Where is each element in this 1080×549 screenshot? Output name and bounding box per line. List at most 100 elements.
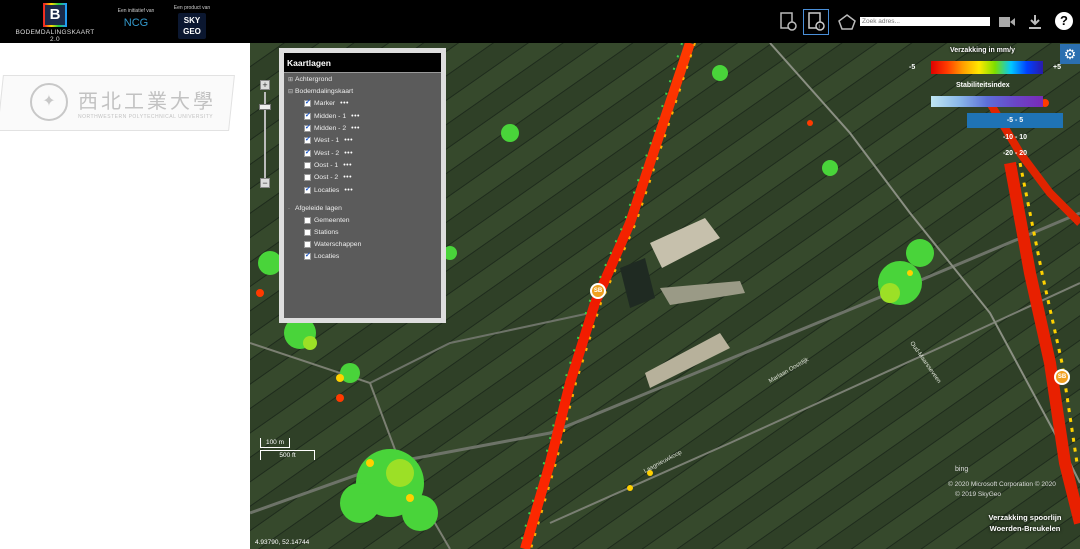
layer-checkbox[interactable] bbox=[304, 123, 311, 132]
range-option-20[interactable]: -20 - 20 bbox=[967, 146, 1063, 161]
layer-checkbox[interactable] bbox=[304, 241, 311, 248]
layer-label: Oost - 2 bbox=[314, 174, 339, 181]
layer-checkbox[interactable] bbox=[304, 174, 311, 181]
location-marker[interactable]: SB bbox=[1054, 369, 1070, 385]
initiative-name: NCG bbox=[123, 17, 149, 29]
download-icon[interactable] bbox=[1022, 9, 1048, 35]
layer-group-achtergrond[interactable]: ⊞ Achtergrond bbox=[288, 76, 332, 83]
layer-label: Midden - 2 bbox=[314, 125, 347, 132]
derived-item-waterschappen[interactable]: Waterschappen bbox=[304, 241, 361, 248]
collapse-icon[interactable]: ⊟ bbox=[288, 88, 293, 95]
layer-label: Midden - 1 bbox=[314, 113, 347, 120]
layer-options-icon[interactable]: ••• bbox=[351, 125, 360, 132]
layer-item-locaties[interactable]: Locaties ••• bbox=[304, 185, 353, 194]
layer-label: Locaties bbox=[314, 253, 340, 260]
derived-item-gemeenten[interactable]: Gemeenten bbox=[304, 217, 350, 224]
layer-options-icon[interactable]: ••• bbox=[340, 100, 349, 107]
copyright-microsoft: © 2020 Microsoft Corporation © 2020 bbox=[948, 481, 1056, 488]
copyright-skygeo: © 2019 SkyGeo bbox=[955, 491, 1001, 498]
layer-checkbox[interactable] bbox=[304, 111, 311, 120]
layer-checkbox[interactable] bbox=[304, 185, 311, 194]
brand-logo[interactable]: B BODEMDALINGSKAART 2.0 bbox=[10, 3, 100, 43]
zoom-in-button[interactable]: + bbox=[260, 80, 270, 90]
product-label: Een product van bbox=[173, 5, 211, 11]
layer-options-icon[interactable]: ••• bbox=[343, 174, 352, 181]
layer-item-marker[interactable]: Marker ••• bbox=[304, 98, 349, 107]
velocity-max: +5 bbox=[1053, 64, 1061, 71]
skygeo-badge: SKY GEO bbox=[178, 13, 206, 39]
derived-item-stations[interactable]: Stations bbox=[304, 229, 339, 236]
layer-item-west-2[interactable]: West - 2 ••• bbox=[304, 148, 353, 157]
range-option-10[interactable]: -10 - 10 bbox=[967, 130, 1063, 145]
bullet-icon: · bbox=[288, 205, 290, 212]
search-input[interactable] bbox=[860, 17, 990, 26]
layer-label: Oost - 1 bbox=[314, 162, 339, 169]
range-option-5[interactable]: -5 - 5 bbox=[967, 113, 1063, 128]
layer-group-label: Bodemdalingskaart bbox=[295, 88, 354, 95]
help-button[interactable]: ? bbox=[1055, 12, 1073, 30]
caption-line2: Woerden-Breukelen bbox=[989, 524, 1061, 533]
layer-label: Stations bbox=[314, 229, 339, 236]
map-caption: Verzakking spoorlijn Woerden-Breukelen bbox=[975, 512, 1075, 534]
legend-panel: Verzakking in mm/y -5 +5 Stabiliteitsind… bbox=[905, 46, 1063, 166]
layers-panel: Kaartlagen ⊞ Achtergrond ⊟ Bodemdalingsk… bbox=[279, 48, 446, 323]
svg-text:i: i bbox=[819, 25, 820, 31]
video-icon[interactable] bbox=[994, 9, 1020, 35]
layer-item-oost-1[interactable]: Oost - 1 ••• bbox=[304, 162, 352, 169]
brand-icon: B bbox=[43, 3, 67, 27]
report-icon[interactable] bbox=[775, 9, 801, 35]
coordinate-readout: 4.93790, 52.14744 bbox=[255, 539, 310, 546]
layer-label: Marker bbox=[314, 100, 336, 107]
layer-label: Gemeenten bbox=[314, 217, 350, 224]
derived-item-locaties[interactable]: Locaties bbox=[304, 251, 340, 260]
zoom-out-button[interactable]: − bbox=[260, 178, 270, 188]
layer-checkbox[interactable] bbox=[304, 251, 311, 260]
zoom-handle[interactable] bbox=[259, 104, 271, 110]
layers-title: Kaartlagen bbox=[284, 53, 441, 73]
layer-label: West - 2 bbox=[314, 150, 340, 157]
skygeo-line1: SKY bbox=[183, 16, 201, 25]
settings-gear-icon[interactable]: ⚙ bbox=[1060, 44, 1080, 64]
layer-checkbox[interactable] bbox=[304, 135, 311, 144]
layer-options-icon[interactable]: ••• bbox=[343, 162, 352, 169]
location-marker[interactable]: SB bbox=[590, 283, 606, 299]
info-report-icon[interactable]: i bbox=[803, 9, 829, 35]
layer-item-oost-2[interactable]: Oost - 2 ••• bbox=[304, 174, 352, 181]
layer-checkbox[interactable] bbox=[304, 229, 311, 236]
bing-logo: bing bbox=[955, 466, 969, 473]
velocity-legend-title: Verzakking in mm/y bbox=[950, 47, 1015, 54]
layer-item-midden-2[interactable]: Midden - 2 ••• bbox=[304, 123, 360, 132]
layer-checkbox[interactable] bbox=[304, 162, 311, 169]
zoom-control[interactable]: + − bbox=[258, 80, 272, 190]
layer-options-icon[interactable]: ••• bbox=[344, 150, 353, 157]
university-seal-icon: ✦ bbox=[30, 83, 68, 121]
layer-item-midden-1[interactable]: Midden - 1 ••• bbox=[304, 111, 360, 120]
layer-checkbox[interactable] bbox=[304, 217, 311, 224]
stability-legend-title: Stabiliteitsindex bbox=[956, 82, 1010, 89]
expand-icon[interactable]: ⊞ bbox=[288, 76, 293, 83]
derived-layers-label: Afgeleide lagen bbox=[295, 205, 342, 212]
layer-label: Locaties bbox=[314, 187, 340, 194]
layer-options-icon[interactable]: ••• bbox=[344, 187, 353, 194]
layer-options-icon[interactable]: ••• bbox=[351, 113, 360, 120]
ncg-logo[interactable]: Een initiatief van NCG bbox=[112, 8, 160, 29]
brand-name: BODEMDALINGSKAART 2.0 bbox=[15, 29, 95, 43]
skygeo-line2: GEO bbox=[183, 27, 201, 36]
layer-checkbox[interactable] bbox=[304, 148, 311, 157]
layer-group-label: Achtergrond bbox=[295, 76, 333, 83]
skygeo-logo[interactable]: Een product van SKY GEO bbox=[172, 5, 212, 39]
layer-item-west-1[interactable]: West - 1 ••• bbox=[304, 135, 353, 144]
stability-color-bar bbox=[931, 96, 1043, 107]
layer-options-icon[interactable]: ••• bbox=[344, 137, 353, 144]
caption-line1: Verzakking spoorlijn bbox=[988, 513, 1062, 522]
layer-checkbox[interactable] bbox=[304, 98, 311, 107]
scale-feet: 500 ft bbox=[260, 450, 315, 460]
area-select-icon[interactable] bbox=[834, 9, 860, 35]
university-name-cn: 西北工業大學 bbox=[78, 88, 216, 113]
layer-group-bodemdalingskaart[interactable]: ⊟ Bodemdalingskaart bbox=[288, 88, 353, 95]
university-watermark: ✦ 西北工業大學 NORTHWESTERN POLYTECHNICAL UNIV… bbox=[30, 83, 216, 121]
derived-layers-title: · Afgeleide lagen bbox=[288, 205, 342, 212]
scale-meters: 100 m bbox=[260, 438, 290, 448]
layer-label: Waterschappen bbox=[314, 241, 362, 248]
scale-bar: 100 m 500 ft bbox=[258, 438, 318, 464]
